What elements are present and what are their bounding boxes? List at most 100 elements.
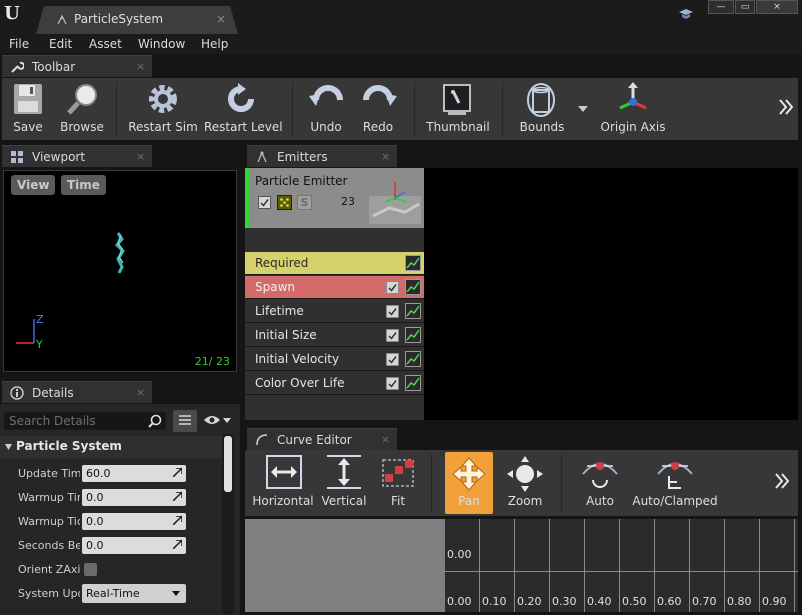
document-tab-close-icon[interactable]: × bbox=[216, 12, 226, 26]
fit-button[interactable]: Fit bbox=[375, 452, 421, 514]
viewport-panel-tab[interactable]: Viewport × bbox=[2, 145, 152, 167]
wrench-icon bbox=[11, 61, 24, 73]
browse-button[interactable]: Browse bbox=[54, 78, 110, 140]
module-initial-velocity[interactable]: Initial Velocity bbox=[245, 348, 424, 371]
module-lifetime[interactable]: Lifetime bbox=[245, 300, 424, 323]
warmup-tick-field[interactable]: 0.0 bbox=[82, 513, 186, 530]
curve-graph[interactable]: 0.00 0.00 0.10 0.20 0.30 0.40 0.50 0.60 0.70 0.8… bbox=[445, 519, 798, 612]
curve-editor-panel-tab[interactable]: Curve Editor × bbox=[247, 428, 397, 450]
restart-level-button[interactable]: Restart Level bbox=[204, 78, 283, 140]
module-required[interactable]: Required bbox=[245, 252, 424, 275]
fit-horizontal-button[interactable]: Horizontal bbox=[251, 452, 315, 514]
property-row: Update Time 60.0 bbox=[0, 462, 226, 486]
redo-button[interactable]: Redo bbox=[354, 78, 402, 140]
search-icon[interactable] bbox=[148, 414, 162, 428]
module-initial-size[interactable]: Initial Size bbox=[245, 324, 424, 347]
chevron-down-icon[interactable] bbox=[578, 106, 588, 112]
emitter-thumbnail bbox=[369, 182, 421, 224]
seconds-before-field[interactable]: 0.0 bbox=[82, 537, 186, 554]
emitter-enable-checkbox[interactable] bbox=[258, 196, 271, 209]
emitter-header[interactable]: Particle Emitter S 23 bbox=[245, 168, 424, 228]
auto-clamped-button[interactable]: Auto/Clamped bbox=[631, 452, 719, 514]
minimize-button[interactable]: — bbox=[708, 0, 734, 14]
system-update-mode-select[interactable]: Real-Time bbox=[82, 584, 186, 603]
zoom-button[interactable]: Zoom bbox=[499, 452, 551, 514]
curve-x-tick-label: 0.40 bbox=[587, 595, 612, 608]
restart-sim-button[interactable]: Restart Sim bbox=[126, 78, 200, 140]
close-window-button[interactable]: × bbox=[756, 0, 798, 14]
update-time-field[interactable]: 60.0 bbox=[82, 465, 186, 482]
emitter-particle-count: 23 bbox=[341, 195, 355, 208]
chevron-down-icon[interactable] bbox=[223, 418, 231, 423]
curve-x-tick-label: 0.00 bbox=[447, 595, 472, 608]
curve-toolbar-overflow-icon[interactable] bbox=[774, 472, 790, 490]
details-scrollbar[interactable] bbox=[222, 434, 234, 614]
details-search-input[interactable]: Search Details bbox=[4, 412, 166, 430]
curve-track-list[interactable] bbox=[245, 519, 445, 612]
orient-zaxis-checkbox[interactable] bbox=[84, 563, 97, 576]
module-curve-toggle[interactable] bbox=[405, 255, 421, 271]
menu-asset[interactable]: Asset bbox=[89, 37, 122, 51]
emitter-name: Particle Emitter bbox=[255, 174, 348, 188]
module-spawn[interactable]: Spawn bbox=[245, 276, 424, 299]
save-button[interactable]: Save bbox=[4, 78, 52, 140]
curve-graph-icon bbox=[406, 353, 420, 365]
module-enable-checkbox[interactable] bbox=[386, 281, 399, 294]
module-curve-toggle[interactable] bbox=[405, 327, 421, 343]
emitter-solo-button[interactable]: S bbox=[297, 195, 312, 210]
menu-bar: File Edit Asset Window Help bbox=[0, 34, 802, 54]
emitters-panel[interactable]: Particle Emitter S 23 Required Spawn Lif… bbox=[245, 168, 798, 420]
redo-icon bbox=[363, 85, 397, 106]
document-tab[interactable]: ParticleSystem × bbox=[36, 6, 238, 34]
emitter-render-mode-button[interactable] bbox=[277, 195, 292, 210]
details-panel-tab[interactable]: Details × bbox=[2, 381, 152, 403]
property-label: Update Time bbox=[18, 467, 80, 480]
toolbar-separator bbox=[292, 82, 293, 136]
module-enable-checkbox[interactable] bbox=[386, 377, 399, 390]
viewport-view-menu[interactable]: View bbox=[11, 175, 56, 195]
graduation-cap-icon[interactable] bbox=[678, 6, 694, 22]
drag-arrow-icon bbox=[173, 540, 182, 549]
module-curve-toggle[interactable] bbox=[405, 303, 421, 319]
menu-edit[interactable]: Edit bbox=[49, 37, 72, 51]
viewport-panel-close-icon[interactable]: × bbox=[136, 150, 145, 163]
curve-editor-panel-close-icon[interactable]: × bbox=[381, 433, 390, 446]
fit-vertical-button[interactable]: Vertical bbox=[317, 452, 371, 514]
module-enable-checkbox[interactable] bbox=[386, 305, 399, 318]
module-curve-toggle[interactable] bbox=[405, 351, 421, 367]
module-curve-toggle[interactable] bbox=[405, 279, 421, 295]
warmup-time-field[interactable]: 0.0 bbox=[82, 489, 186, 506]
menu-help[interactable]: Help bbox=[201, 37, 228, 51]
bounds-button[interactable]: Bounds bbox=[514, 78, 570, 140]
menu-window[interactable]: Window bbox=[138, 37, 185, 51]
module-enable-checkbox[interactable] bbox=[386, 353, 399, 366]
curve-x-tick-label: 0.30 bbox=[552, 595, 577, 608]
toolbar-panel-tab[interactable]: Toolbar × bbox=[2, 55, 152, 77]
module-curve-toggle[interactable] bbox=[405, 375, 421, 391]
chevron-down-icon bbox=[5, 444, 12, 450]
auto-tangent-button[interactable]: Auto bbox=[575, 452, 625, 514]
emitters-panel-close-icon[interactable]: × bbox=[381, 150, 390, 163]
module-enable-checkbox[interactable] bbox=[386, 329, 399, 342]
emitters-panel-tab[interactable]: Emitters × bbox=[247, 145, 397, 167]
toolbar-overflow-icon[interactable] bbox=[778, 98, 794, 116]
maximize-button[interactable]: ▭ bbox=[735, 0, 755, 14]
eye-icon[interactable] bbox=[203, 414, 221, 426]
viewport-axis-y-label: Y bbox=[36, 338, 43, 351]
module-color-over-life[interactable]: Color Over Life bbox=[245, 372, 424, 395]
pan-button[interactable]: Pan bbox=[445, 452, 493, 514]
property-matrix-icon[interactable] bbox=[173, 410, 197, 432]
viewport[interactable]: View Time Z Y 21/ 23 bbox=[3, 170, 237, 372]
details-scrollbar-thumb[interactable] bbox=[224, 436, 232, 492]
menu-file[interactable]: File bbox=[9, 37, 29, 51]
undo-button[interactable]: Undo bbox=[302, 78, 350, 140]
details-panel-close-icon[interactable]: × bbox=[136, 386, 145, 399]
toolbar-panel-close-icon[interactable]: × bbox=[136, 60, 145, 73]
thumbnail-button[interactable]: Thumbnail bbox=[422, 78, 494, 140]
curve-gridline-vertical bbox=[479, 519, 480, 612]
curve-gridline-vertical bbox=[724, 519, 725, 612]
category-particle-system[interactable]: Particle System bbox=[0, 436, 226, 458]
drag-arrow-icon bbox=[173, 492, 182, 501]
viewport-time-menu[interactable]: Time bbox=[61, 175, 106, 195]
origin-axis-button[interactable]: Origin Axis bbox=[598, 78, 668, 140]
